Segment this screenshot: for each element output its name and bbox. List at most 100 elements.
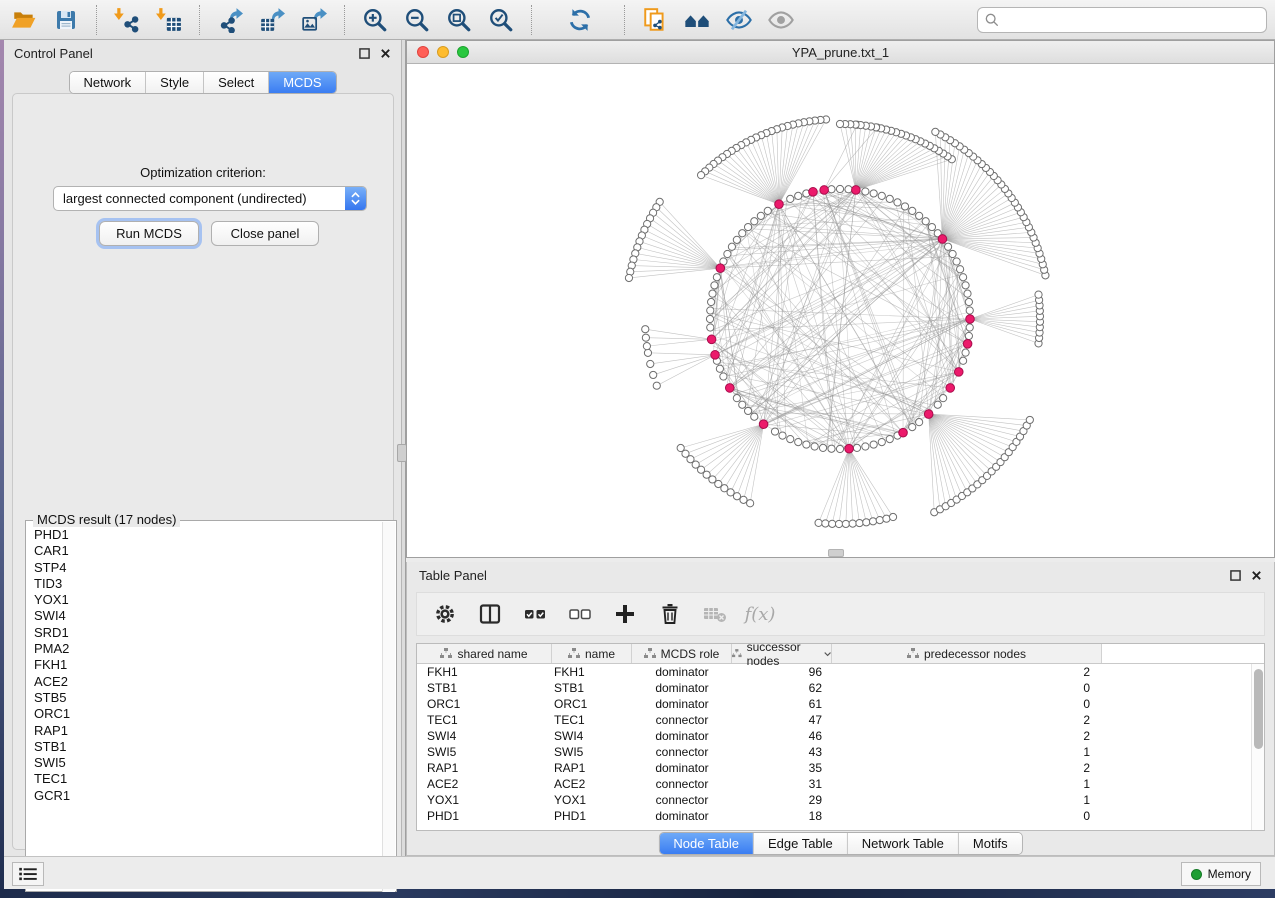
- network-edge[interactable]: [718, 424, 763, 484]
- clone-network-icon[interactable]: [639, 4, 671, 36]
- network-edge[interactable]: [929, 414, 1009, 452]
- network-edge[interactable]: [970, 300, 1039, 319]
- network-edge[interactable]: [656, 207, 720, 268]
- network-node[interactable]: [751, 218, 758, 225]
- network-edge[interactable]: [701, 424, 764, 470]
- leaf-node[interactable]: [653, 382, 660, 389]
- refresh-layout-icon[interactable]: [564, 4, 596, 36]
- network-edge[interactable]: [856, 151, 939, 190]
- network-edge[interactable]: [648, 353, 715, 355]
- show-hidden-icon[interactable]: [765, 4, 797, 36]
- leaf-node[interactable]: [876, 517, 883, 524]
- network-node[interactable]: [733, 236, 740, 243]
- network-node[interactable]: [819, 444, 826, 451]
- network-edge[interactable]: [736, 148, 779, 204]
- tab-network[interactable]: Network: [69, 72, 145, 93]
- network-node[interactable]: [894, 199, 901, 206]
- birds-eye-view-icon[interactable]: [681, 4, 713, 36]
- network-node[interactable]: [965, 298, 972, 305]
- network-window-titlebar[interactable]: YPA_prune.txt_1: [407, 41, 1274, 64]
- network-edge[interactable]: [942, 180, 997, 239]
- result-node-item[interactable]: STP4: [34, 560, 396, 576]
- network-node[interactable]: [716, 365, 723, 372]
- network-edge[interactable]: [711, 338, 786, 438]
- network-edge[interactable]: [701, 175, 779, 204]
- result-node-item[interactable]: ORC1: [34, 706, 396, 722]
- leaf-node[interactable]: [1035, 291, 1042, 298]
- tab-select[interactable]: Select: [203, 72, 268, 93]
- leaf-node[interactable]: [889, 513, 896, 520]
- network-edge[interactable]: [856, 144, 925, 190]
- mcds-hub-node[interactable]: [716, 264, 725, 273]
- network-node[interactable]: [853, 444, 860, 451]
- network-edge[interactable]: [849, 449, 886, 519]
- network-edge[interactable]: [722, 374, 929, 414]
- network-node[interactable]: [707, 307, 714, 314]
- mcds-hub-node[interactable]: [711, 351, 720, 360]
- memory-button[interactable]: Memory: [1181, 862, 1261, 886]
- network-edge[interactable]: [825, 449, 849, 524]
- float-window-icon[interactable]: [1230, 570, 1241, 581]
- column-header-MCDS-role[interactable]: MCDS role: [632, 644, 732, 663]
- hide-selected-icon[interactable]: [723, 4, 755, 36]
- result-node-item[interactable]: FKH1: [34, 657, 396, 673]
- result-node-item[interactable]: CAR1: [34, 543, 396, 559]
- result-node-item[interactable]: SWI5: [34, 755, 396, 771]
- network-edge[interactable]: [942, 239, 1041, 259]
- network-node[interactable]: [962, 282, 969, 289]
- select-all-icon[interactable]: [521, 600, 549, 628]
- network-node[interactable]: [709, 290, 716, 297]
- network-node[interactable]: [733, 395, 740, 402]
- network-edge[interactable]: [929, 414, 996, 467]
- network-edge[interactable]: [929, 414, 968, 492]
- network-node[interactable]: [744, 223, 751, 230]
- result-node-item[interactable]: RAP1: [34, 723, 396, 739]
- network-edge[interactable]: [849, 449, 880, 520]
- tab-mcds[interactable]: MCDS: [268, 72, 335, 93]
- network-node[interactable]: [787, 195, 794, 202]
- table-row[interactable]: SWI4SWI4dominator462: [417, 728, 1264, 744]
- network-node[interactable]: [757, 212, 764, 219]
- network-edge[interactable]: [714, 289, 849, 449]
- network-node[interactable]: [836, 445, 843, 452]
- leaf-node[interactable]: [642, 326, 649, 333]
- save-icon[interactable]: [50, 4, 82, 36]
- leaf-node[interactable]: [643, 343, 650, 350]
- network-edge[interactable]: [929, 414, 1020, 436]
- network-edge[interactable]: [741, 145, 779, 204]
- network-node[interactable]: [886, 195, 893, 202]
- network-edge[interactable]: [823, 190, 849, 449]
- result-node-item[interactable]: YOX1: [34, 592, 396, 608]
- leaf-node[interactable]: [625, 274, 632, 281]
- network-edge[interactable]: [647, 339, 712, 346]
- add-row-icon[interactable]: [611, 600, 639, 628]
- import-table-icon[interactable]: [153, 4, 185, 36]
- leaf-node[interactable]: [836, 120, 843, 127]
- mcds-hub-node[interactable]: [924, 410, 933, 419]
- network-node[interactable]: [966, 324, 973, 331]
- network-node[interactable]: [909, 423, 916, 430]
- network-edge[interactable]: [849, 278, 963, 448]
- network-node[interactable]: [706, 315, 713, 322]
- leaf-node[interactable]: [932, 128, 939, 135]
- delete-row-icon[interactable]: [656, 600, 684, 628]
- leaf-node[interactable]: [822, 520, 829, 527]
- tab-node-table[interactable]: Node Table: [659, 833, 753, 854]
- network-node[interactable]: [953, 258, 960, 265]
- result-node-item[interactable]: PHD1: [34, 527, 396, 543]
- network-node[interactable]: [870, 190, 877, 197]
- network-node[interactable]: [870, 441, 877, 448]
- table-row[interactable]: STB1STB1dominator620: [417, 680, 1264, 696]
- export-network-icon[interactable]: [214, 4, 246, 36]
- mcds-hub-node[interactable]: [966, 315, 975, 324]
- leaf-node[interactable]: [856, 519, 863, 526]
- network-node[interactable]: [744, 407, 751, 414]
- leaf-node[interactable]: [869, 518, 876, 525]
- leaf-node[interactable]: [697, 172, 704, 179]
- network-view-canvas[interactable]: [407, 64, 1274, 557]
- network-edge[interactable]: [747, 204, 779, 410]
- network-edge[interactable]: [764, 195, 803, 425]
- table-scrollbar-thumb[interactable]: [1254, 669, 1263, 749]
- network-node[interactable]: [949, 250, 956, 257]
- search-input[interactable]: [1000, 13, 1260, 27]
